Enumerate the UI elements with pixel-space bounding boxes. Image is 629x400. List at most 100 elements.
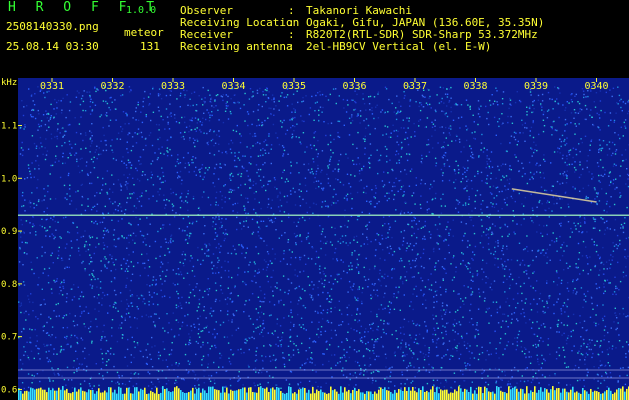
noise-speck — [247, 364, 250, 367]
noise-speck — [481, 212, 483, 214]
noise-speck — [537, 345, 540, 347]
noise-speck — [43, 268, 46, 270]
noise-speck — [226, 152, 228, 155]
noise-speck — [266, 225, 268, 227]
noise-speck — [463, 344, 466, 347]
noise-speck — [434, 329, 436, 331]
noise-speck — [270, 286, 272, 288]
noise-speck — [225, 105, 228, 107]
noise-speck — [66, 266, 68, 268]
noise-speck — [213, 154, 216, 156]
noise-speck — [70, 288, 73, 290]
noise-speck — [476, 322, 478, 324]
noise-speck — [104, 205, 106, 208]
noise-speck — [404, 201, 407, 203]
noise-speck — [268, 133, 270, 135]
noise-speck — [85, 306, 87, 308]
noise-speck — [44, 251, 46, 254]
noise-speck — [448, 234, 450, 236]
noise-speck — [453, 339, 456, 341]
noise-speck — [24, 124, 26, 126]
noise-speck — [178, 122, 181, 124]
noise-speck — [625, 356, 627, 358]
noise-speck — [370, 297, 372, 300]
noise-speck — [348, 280, 351, 283]
noise-speck — [523, 218, 525, 220]
noise-speck — [53, 116, 55, 118]
noise-speck — [607, 362, 609, 364]
noise-speck — [298, 136, 300, 139]
noise-speck — [443, 154, 445, 156]
noise-speck — [545, 209, 547, 212]
noise-speck — [575, 169, 577, 171]
noise-speck — [558, 147, 561, 150]
noise-speck — [438, 216, 440, 218]
noise-speck — [306, 211, 308, 214]
noise-speck — [556, 250, 558, 252]
noise-speck — [206, 142, 208, 144]
noise-speck — [617, 86, 619, 88]
noise-speck — [292, 354, 295, 356]
noise-speck — [68, 188, 71, 190]
noise-speck — [264, 162, 266, 164]
noise-speck — [476, 273, 479, 275]
noise-speck — [179, 271, 182, 273]
noise-speck — [196, 283, 198, 285]
noise-speck — [467, 342, 469, 345]
noise-speck — [317, 385, 319, 388]
noise-speck — [93, 385, 95, 387]
noise-speck — [184, 131, 186, 133]
noise-speck — [617, 103, 619, 105]
noise-speck — [50, 288, 53, 290]
noise-speck — [259, 316, 261, 318]
noise-speck — [420, 227, 423, 229]
noise-speck — [407, 365, 410, 367]
noise-speck — [540, 337, 542, 339]
noise-speck — [370, 154, 372, 156]
noise-speck — [517, 160, 519, 162]
noise-speck — [48, 359, 50, 361]
noise-speck — [539, 164, 541, 166]
noise-speck — [201, 248, 203, 251]
noise-speck — [443, 165, 446, 167]
noise-speck — [23, 106, 25, 108]
noise-speck — [411, 249, 414, 251]
noise-speck — [454, 381, 456, 383]
noise-speck — [142, 241, 144, 243]
noise-speck — [551, 239, 553, 242]
noise-speck — [404, 94, 406, 97]
noise-speck — [130, 167, 132, 169]
noise-speck — [171, 364, 173, 366]
noise-speck — [386, 199, 388, 202]
noise-speck — [191, 119, 193, 122]
noise-speck — [346, 351, 348, 353]
noise-speck — [207, 363, 210, 365]
noise-speck — [442, 157, 444, 159]
noise-speck — [59, 236, 61, 238]
noise-speck — [68, 172, 70, 175]
noise-speck — [604, 173, 606, 176]
noise-speck — [167, 379, 170, 382]
noise-speck — [387, 223, 390, 225]
noise-speck — [32, 310, 34, 312]
noise-speck — [35, 204, 38, 206]
noise-speck — [200, 263, 202, 265]
noise-speck — [407, 211, 409, 214]
noise-speck — [532, 209, 534, 212]
noise-speck — [179, 302, 181, 304]
noise-speck — [603, 335, 606, 337]
noise-speck — [91, 110, 93, 112]
noise-speck — [565, 366, 568, 368]
noise-speck — [576, 267, 578, 269]
noise-speck — [309, 293, 311, 296]
noise-speck — [356, 313, 358, 315]
noise-speck — [35, 231, 37, 233]
noise-speck — [60, 257, 63, 259]
noise-speck — [501, 266, 503, 268]
noise-speck — [207, 355, 210, 357]
noise-speck — [554, 374, 556, 376]
noise-speck — [384, 125, 386, 127]
noise-speck — [201, 98, 203, 100]
noise-speck — [599, 129, 601, 131]
noise-speck — [187, 162, 190, 164]
